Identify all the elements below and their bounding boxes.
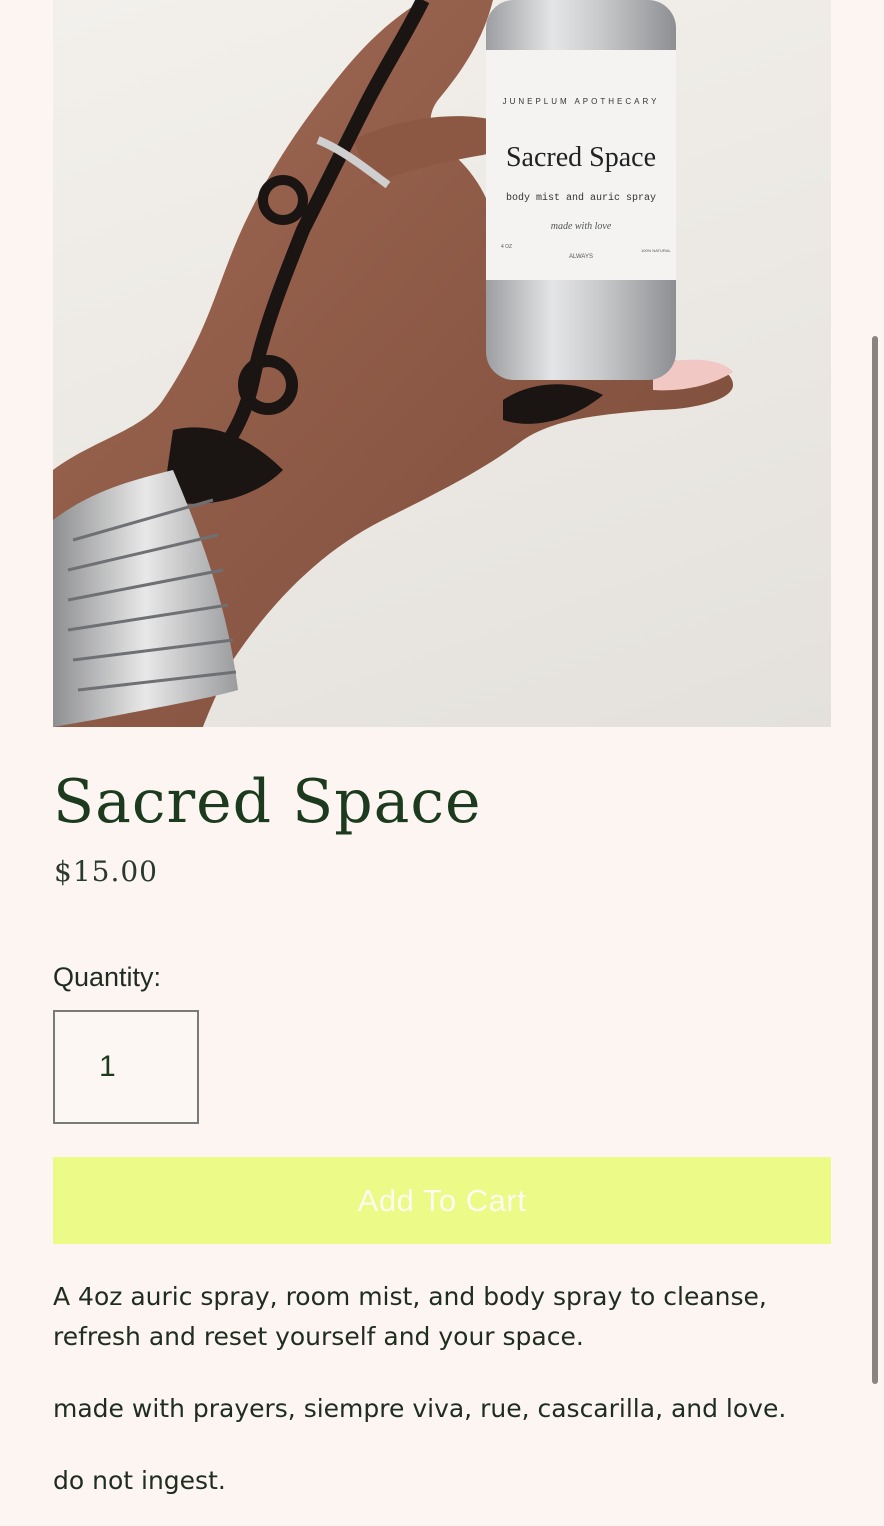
label-footer-left: 4 OZ xyxy=(501,244,512,250)
add-to-cart-button[interactable]: Add To Cart xyxy=(53,1157,831,1244)
label-script: made with love xyxy=(551,221,612,232)
label-title: Sacred Space xyxy=(506,142,656,173)
description-paragraph-2: made with prayers, siempre viva, rue, ca… xyxy=(53,1394,787,1423)
quantity-label: Quantity: xyxy=(53,962,162,992)
product-photo: JUNEPLUM APOTHECARY Sacred Space body mi… xyxy=(53,0,733,727)
description-paragraph-1: A 4oz auric spray, room mist, and body s… xyxy=(53,1282,767,1351)
product-price: $15.00 xyxy=(54,855,158,888)
scrollbar-thumb[interactable] xyxy=(872,336,878,1384)
description-paragraph-3: do not ingest. xyxy=(53,1466,226,1495)
product-page: JUNEPLUM APOTHECARY Sacred Space body mi… xyxy=(0,0,884,1526)
label-subtitle: body mist and auric spray xyxy=(506,192,656,204)
label-footer-right: 100% NATURAL xyxy=(641,248,671,253)
product-title: Sacred Space xyxy=(53,767,482,837)
label-brand: JUNEPLUM APOTHECARY xyxy=(503,97,660,106)
label-footer-mid: ALWAYS xyxy=(569,254,593,260)
quantity-input[interactable] xyxy=(53,1010,199,1124)
product-image[interactable]: JUNEPLUM APOTHECARY Sacred Space body mi… xyxy=(53,0,831,727)
